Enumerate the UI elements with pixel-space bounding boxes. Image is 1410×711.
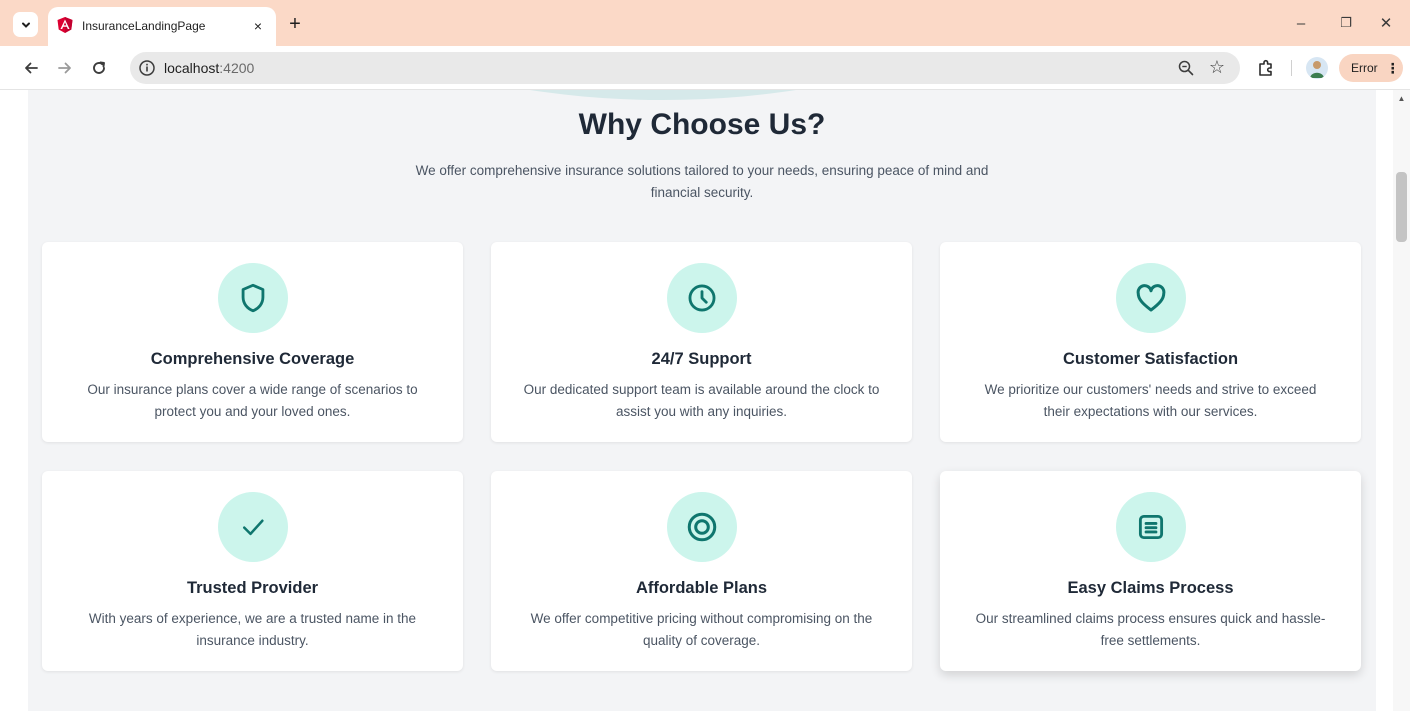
page-viewport: Why Choose Us? We offer comprehensive in… [0,90,1410,711]
feature-icon-circle [218,263,288,333]
chevron-down-icon [21,22,30,28]
reload-button[interactable] [88,57,110,79]
feature-card-easy-claims: Easy Claims Process Our streamlined clai… [940,471,1361,671]
target-icon [687,512,717,542]
profile-picture-icon [1310,61,1324,78]
feature-title: 24/7 Support [651,350,752,368]
feature-icon-circle [1116,263,1186,333]
bookmark-star-icon[interactable]: ☆ [1206,56,1228,78]
feature-title: Easy Claims Process [1067,579,1234,597]
profile-avatar[interactable] [1306,57,1328,79]
feature-icon-circle [667,263,737,333]
hero-decorative-arc [253,90,1073,100]
feature-icon-circle [218,492,288,562]
browser-tab-active[interactable]: InsuranceLandingPage × [48,7,276,46]
feature-description: Our dedicated support team is available … [523,382,880,419]
kebab-menu-icon: ⋮ [1385,59,1400,76]
shield-icon [241,283,265,313]
scroll-up-arrow-icon[interactable]: ▲ [1397,94,1406,103]
back-button[interactable] [20,57,42,79]
feature-card-comprehensive-coverage: Comprehensive Coverage Our insurance pla… [42,242,463,442]
feature-description: Our streamlined claims process ensures q… [975,611,1326,648]
browser-toolbar: localhost:4200 ☆ Error ⋮ [0,46,1410,90]
arrow-right-icon [58,62,71,74]
browser-tab-bar: InsuranceLandingPage × + – ❐ ✕ [0,0,1410,46]
feature-description: We offer competitive pricing without com… [530,611,873,648]
heart-icon [1136,284,1166,312]
forward-button[interactable] [54,57,76,79]
minimize-button[interactable]: – [1290,12,1312,34]
why-choose-us-section: Why Choose Us? We offer comprehensive in… [28,90,1376,711]
check-icon [243,519,264,536]
scrollbar-thumb[interactable] [1396,172,1407,242]
feature-description: Our insurance plans cover a wide range o… [87,382,418,419]
clock-icon [688,284,716,312]
restore-button[interactable]: ❐ [1335,12,1357,34]
reload-icon [93,61,105,74]
feature-card-affordable-plans: Affordable Plans We offer competitive pr… [491,471,912,671]
tab-search-button[interactable] [13,12,38,37]
section-subtitle: We offer comprehensive insurance solutio… [415,163,989,200]
feature-card-customer-satisfaction: Customer Satisfaction We prioritize our … [940,242,1361,442]
arrow-left-icon [25,62,38,74]
feature-description: We prioritize our customers' needs and s… [984,382,1317,419]
feature-title: Comprehensive Coverage [150,350,355,368]
feature-title: Trusted Provider [186,579,319,597]
toolbar-divider [1291,60,1292,76]
info-icon[interactable] [138,59,156,77]
extensions-puzzle-icon[interactable] [1256,58,1276,78]
new-tab-button[interactable]: + [284,13,306,35]
zoom-icon[interactable] [1177,59,1195,77]
vertical-scrollbar[interactable]: ▲ [1393,90,1410,711]
feature-description: With years of experience, we are a trust… [88,611,417,648]
feature-card-trusted-provider: Trusted Provider With years of experienc… [42,471,463,671]
tab-title: InsuranceLandingPage [82,19,206,33]
section-title: Why Choose Us? [578,108,826,141]
error-label: Error [1351,61,1378,75]
feature-card-support: 24/7 Support Our dedicated support team … [491,242,912,442]
feature-icon-circle [667,492,737,562]
tab-close-icon[interactable]: × [248,16,268,36]
address-bar[interactable]: localhost:4200 ☆ [130,52,1240,84]
document-icon [1138,514,1164,540]
url-text[interactable]: localhost:4200 [164,60,254,76]
close-window-button[interactable]: ✕ [1375,12,1397,34]
feature-title: Customer Satisfaction [1062,350,1239,368]
angular-logo-icon [57,17,73,33]
profile-error-button[interactable]: Error ⋮ [1339,54,1403,82]
feature-title: Affordable Plans [635,579,768,597]
feature-icon-circle [1116,492,1186,562]
